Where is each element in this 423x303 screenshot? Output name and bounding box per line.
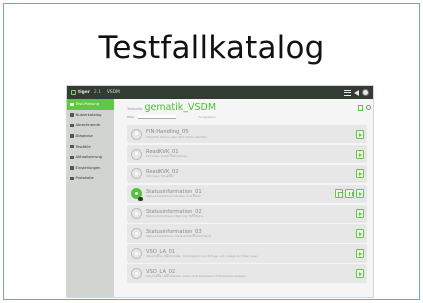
- brand-name: tiger: [78, 90, 90, 95]
- sidebar-item[interactable]: Nutzerkatalog: [67, 110, 114, 121]
- testcase-description: Versicherten-Stammdaten: Primärsystem zu…: [146, 253, 258, 258]
- filter-input[interactable]: [138, 115, 177, 119]
- log-icon[interactable]: [334, 189, 343, 199]
- testcase-row[interactable]: ReadKVK_02 KVK lesen: Fehlerfall: [127, 164, 368, 184]
- testcase-actions: [355, 249, 368, 259]
- menu-icon[interactable]: [344, 89, 351, 96]
- project-short-name[interactable]: VSDM: [107, 90, 120, 95]
- testcase-text: Statusinformation_03 Statusinformationen:…: [146, 229, 211, 239]
- testcase-text: Statusinformation_02 Statusinformationen:…: [146, 209, 203, 219]
- top-bar: tiger 2.1 VSDM: [67, 86, 373, 99]
- sidebar-item[interactable]: Diagnose: [67, 131, 114, 142]
- play-icon[interactable]: [355, 249, 364, 259]
- testcase-description: KVK lesen: Daten übernehmen: [146, 154, 188, 159]
- slide-title: Testfallkatalog: [98, 30, 325, 66]
- tiger-logo-icon: [71, 90, 76, 95]
- brand[interactable]: tiger 2.1: [71, 90, 101, 95]
- testcase-text: VSD_LA_02 Versicherten-Stammdaten: Karte …: [146, 269, 246, 279]
- sidebar: Test-Planung Nutzerkatalog Abrechnende Diag…: [67, 99, 114, 297]
- sidebar-item[interactable]: Einstellungen: [67, 163, 114, 174]
- testcase-list: FIN-Handling_05 Ablauf für Karten- oder V…: [127, 125, 367, 284]
- testcase-description: KVK lesen: Fehlerfall: [146, 174, 174, 179]
- document-icon[interactable]: [358, 104, 363, 111]
- page-title: gematik_VSDM: [144, 102, 217, 113]
- user-icon: [70, 113, 74, 117]
- testcase-actions: [355, 149, 368, 159]
- testcase-description: Ablauf für Karten- oder Versicherten-Wec…: [146, 134, 207, 139]
- sidebar-item-label: Test-Planung: [75, 102, 99, 107]
- filter-row: Filter Fertigstellen: [114, 113, 373, 121]
- testcase-actions: [334, 189, 368, 199]
- play-icon[interactable]: [355, 129, 364, 139]
- pause-icon[interactable]: [345, 189, 354, 199]
- list-icon: [70, 144, 74, 149]
- testcase-row[interactable]: Statusinformation_01 Statusinformationen …: [127, 184, 368, 204]
- running-indicator-icon: [138, 196, 143, 202]
- sidebar-item-label: Einstellungen: [75, 165, 101, 170]
- testcase-actions: [355, 169, 368, 179]
- testcase-text: ReadKVK_02 KVK lesen: Fehlerfall: [146, 169, 179, 179]
- breadcrumb[interactable]: Testsuite: [127, 107, 142, 111]
- filter-hint: Fertigstellen: [198, 115, 216, 119]
- testcase-actions: [355, 268, 368, 278]
- sidebar-item[interactable]: Aktualisierung: [67, 152, 114, 163]
- sidebar-item-label: Aktualisierung: [75, 155, 103, 160]
- testcase-description: Versicherten-Stammdaten: Karte nicht akt…: [146, 273, 247, 278]
- play-icon[interactable]: [355, 149, 364, 159]
- testcase-row[interactable]: VSD_LA_01 Versicherten-Stammdaten: Primär…: [127, 244, 368, 263]
- main-panel: Testsuite gematik_VSDM Filter Fertigstel…: [114, 99, 373, 297]
- testcase-text: VSD_LA_01 Versicherten-Stammdaten: Primär…: [146, 249, 258, 259]
- sidebar-item-label: Testfälle: [75, 144, 91, 149]
- play-icon[interactable]: [355, 229, 364, 239]
- testcase-row[interactable]: FIN-Handling_05 Ablauf für Karten- oder V…: [127, 125, 368, 144]
- gear-icon: [70, 166, 74, 170]
- testcase-row[interactable]: Statusinformation_02 Statusinformationen:…: [127, 204, 368, 223]
- testcase-actions: [355, 229, 368, 239]
- play-icon[interactable]: [355, 169, 364, 179]
- log-icon: [70, 176, 74, 181]
- user-avatar-icon[interactable]: [362, 89, 369, 96]
- search-icon[interactable]: [366, 104, 371, 110]
- test-plan-icon: [70, 102, 74, 107]
- testcase-text: ReadKVK_01 KVK lesen: Daten übernehmen: [146, 149, 187, 159]
- testcase-row[interactable]: ReadKVK_01 KVK lesen: Daten übernehmen: [127, 144, 368, 164]
- status-icon: [131, 208, 142, 220]
- testcase-actions: [355, 129, 368, 139]
- play-icon[interactable]: [355, 268, 364, 278]
- chart-icon: [70, 123, 74, 128]
- pulse-icon: [70, 134, 74, 138]
- testcase-actions: [355, 209, 368, 219]
- sidebar-item[interactable]: Abrechnende: [67, 120, 114, 131]
- status-icon: [131, 128, 142, 140]
- sidebar-item-label: Diagnose: [75, 134, 93, 139]
- play-icon[interactable]: [355, 209, 364, 219]
- testcase-text: FIN-Handling_05 Ablauf für Karten- oder V…: [146, 129, 207, 139]
- sidebar-item-label: Nutzerkatalog: [75, 112, 102, 117]
- testcase-description: Statusinformationen abrufen ohne Fehler: [146, 194, 202, 199]
- brand-version: 2.1: [93, 90, 101, 95]
- testcase-description: Statusinformationen: Karte mit Rücksetzz…: [146, 234, 212, 239]
- sidebar-item[interactable]: Protokolle: [67, 173, 114, 184]
- filter-label: Filter: [127, 115, 135, 119]
- status-icon: [131, 168, 142, 180]
- refresh-icon: [70, 155, 74, 160]
- testcase-row[interactable]: Statusinformation_03 Statusinformationen:…: [127, 224, 368, 243]
- play-icon[interactable]: [355, 189, 364, 199]
- main-header: Testsuite gematik_VSDM: [114, 99, 373, 113]
- testcase-row[interactable]: VSD_LA_02 Versicherten-Stammdaten: Karte …: [127, 264, 368, 283]
- status-icon: [131, 228, 142, 240]
- sidebar-item-label: Abrechnende: [75, 123, 100, 128]
- status-icon: [131, 267, 142, 279]
- sidebar-item[interactable]: Testfälle: [67, 141, 114, 152]
- testcase-text: Statusinformation_01 Statusinformationen …: [146, 189, 202, 199]
- header-icons: [358, 104, 373, 111]
- speaker-icon[interactable]: [354, 89, 359, 96]
- top-bar-tools: [344, 89, 369, 96]
- status-icon: [131, 148, 142, 160]
- sidebar-item[interactable]: Test-Planung: [67, 99, 114, 110]
- status-icon: [131, 248, 142, 260]
- testcase-description: Statusinformationen: Warnung VSD-Status: [146, 214, 204, 219]
- sidebar-item-label: Protokolle: [75, 176, 94, 181]
- app-screenshot: tiger 2.1 VSDM Test-Planung Nutzerkatalog…: [66, 85, 374, 298]
